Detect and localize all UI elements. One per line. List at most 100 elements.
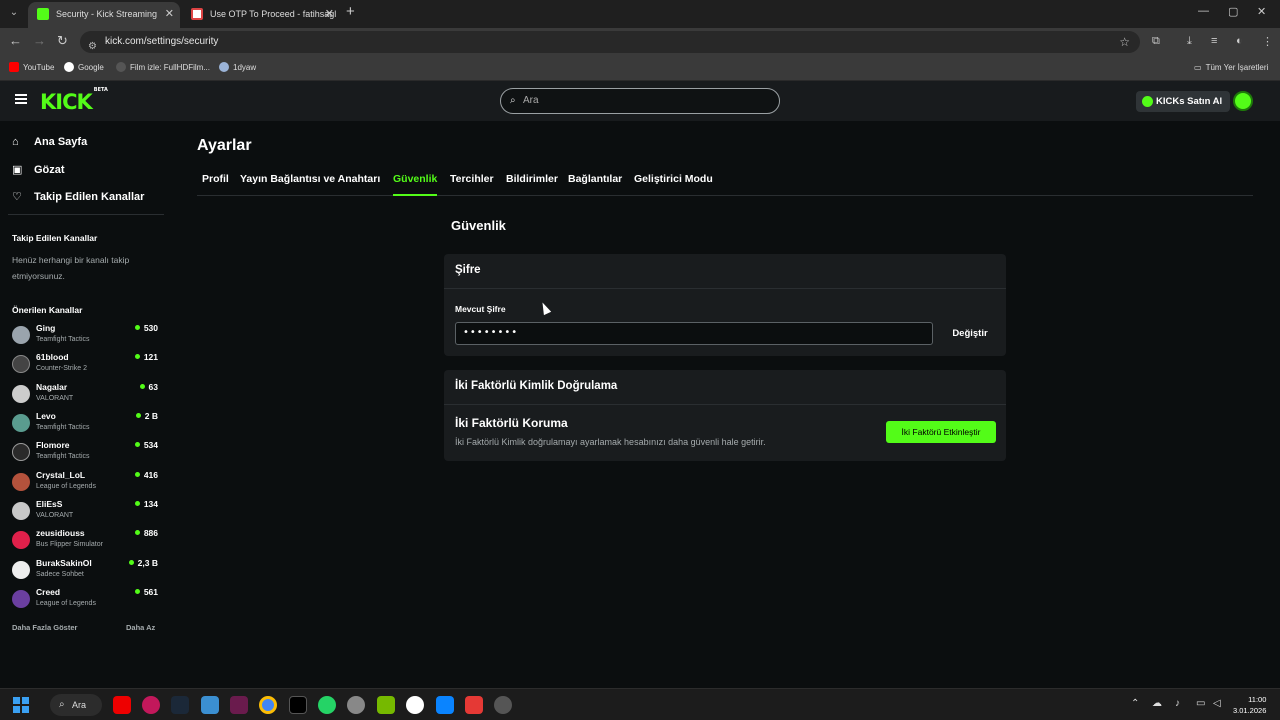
- tab-developer-mode[interactable]: Geliştirici Modu: [634, 173, 713, 196]
- url-text: kick.com/settings/security: [105, 36, 219, 47]
- search-input[interactable]: ⌕ Ara: [500, 88, 780, 114]
- close-window-button[interactable]: ✕: [1257, 5, 1266, 18]
- taskbar-clock[interactable]: 11:00 3.01.2026: [1233, 694, 1266, 716]
- editor-app-icon[interactable]: [230, 696, 248, 714]
- current-password-label: Mevcut Şifre: [455, 304, 506, 314]
- youtube-app-icon[interactable]: [113, 696, 131, 714]
- channel-item[interactable]: Crystal_LoL League of Legends 416: [12, 470, 162, 496]
- windows-taskbar: ⌕ Ara ⌃ ☁ ♪ ▭ ◁ 11:00 3.01.2026: [0, 688, 1280, 720]
- buy-kicks-button[interactable]: KICKs Satın Al: [1136, 91, 1231, 112]
- mic-icon[interactable]: ♪: [1175, 698, 1180, 709]
- monitor-app-icon[interactable]: [201, 696, 219, 714]
- bookmark-star-icon[interactable]: ☆: [1119, 31, 1130, 53]
- browse-icon: ▣: [12, 164, 23, 176]
- bookmark-film[interactable]: Film izle: FullHDFilm...: [116, 62, 210, 74]
- tab-security[interactable]: Güvenlik: [393, 173, 438, 196]
- steam-icon[interactable]: [171, 696, 189, 714]
- clock-date: 3.01.2026: [1233, 706, 1267, 715]
- browser-tab-otp[interactable]: Use OTP To Proceed - fatihsagl ✕: [182, 2, 340, 28]
- channel-item[interactable]: Creed League of Legends 561: [12, 587, 162, 613]
- search-placeholder: Ara: [523, 95, 539, 106]
- back-button[interactable]: ←: [9, 33, 22, 48]
- kick-logo[interactable]: KICK BETA: [40, 87, 108, 114]
- section-title: Güvenlik: [451, 218, 506, 233]
- sidebar-item-browse[interactable]: ▣ Gözat: [12, 163, 65, 176]
- start-windows-icon[interactable]: [13, 697, 29, 713]
- tab-notifications[interactable]: Bildirimler: [506, 173, 558, 196]
- maximize-button[interactable]: ▢: [1228, 5, 1238, 18]
- enable-tfa-button[interactable]: İki Faktörü Etkinleştir: [886, 421, 996, 443]
- sidebar: ⌂ Ana Sayfa ▣ Gözat ♡ Takip Edilen Kanallar…: [0, 121, 172, 688]
- sidebar-item-home[interactable]: ⌂ Ana Sayfa: [12, 136, 87, 148]
- reading-list-icon[interactable]: ≡: [1211, 35, 1217, 47]
- tab-profile[interactable]: Profil: [202, 173, 229, 196]
- bookmark-google[interactable]: Google: [64, 62, 104, 74]
- channel-avatar: [12, 443, 30, 461]
- change-password-button[interactable]: Değiştir: [944, 322, 996, 345]
- appletv-icon[interactable]: [289, 696, 307, 714]
- taskbar-search[interactable]: ⌕ Ara: [50, 694, 102, 716]
- tfa-title: İki Faktörlü Koruma: [455, 416, 568, 430]
- current-password-field[interactable]: ••••••••: [455, 322, 933, 345]
- calculator-icon[interactable]: [436, 696, 454, 714]
- tab-connections[interactable]: Bağlantılar: [568, 173, 622, 196]
- tray-chevron-icon[interactable]: ⌃: [1131, 698, 1139, 709]
- password-card: Şifre Mevcut Şifre •••••••• Değiştir: [444, 254, 1006, 356]
- forward-button[interactable]: →: [33, 33, 46, 48]
- browser-tab-security[interactable]: Security - Kick Streaming ✕: [28, 2, 180, 28]
- bookmark-1dyaw[interactable]: 1dyaw: [219, 62, 256, 74]
- bookmark-youtube[interactable]: YouTube: [9, 62, 54, 74]
- channel-avatar: [12, 531, 30, 549]
- reload-button[interactable]: ↻: [57, 33, 68, 49]
- channel-item[interactable]: Flomore Teamfight Tactics 534: [12, 440, 162, 466]
- channel-item[interactable]: 61blood Counter-Strike 2 121: [12, 352, 162, 378]
- channel-item[interactable]: Nagalar VALORANT 63: [12, 382, 162, 408]
- menu-toggle-icon[interactable]: [15, 94, 27, 104]
- close-tab-icon[interactable]: ✕: [325, 2, 334, 26]
- channel-item[interactable]: BurakSakinOl Sadece Sohbet 2,3 B: [12, 558, 162, 584]
- gmail-favicon-icon: [191, 8, 203, 20]
- media-app-icon[interactable]: [142, 696, 160, 714]
- volume-icon[interactable]: ◁: [1213, 698, 1221, 709]
- followed-empty-note: Henüz herhangi bir kanalı takip etmiyors…: [12, 255, 130, 281]
- sidebar-item-following[interactable]: ♡ Takip Edilen Kanallar: [12, 190, 144, 203]
- channel-item[interactable]: Ging Teamfight Tactics 530: [12, 323, 162, 349]
- channel-item[interactable]: EliEsS VALORANT 134: [12, 499, 162, 525]
- site-globe-icon: [219, 62, 229, 72]
- close-tab-icon[interactable]: ✕: [165, 2, 174, 26]
- tab-title: Use OTP To Proceed - fatihsagl: [210, 9, 337, 19]
- new-tab-button[interactable]: +: [346, 3, 355, 20]
- tab-search-icon[interactable]: ⌄: [6, 5, 22, 21]
- channel-avatar: [12, 326, 30, 344]
- sidebar-divider: [8, 214, 164, 215]
- chrome-icon[interactable]: [259, 696, 277, 714]
- tab-preferences[interactable]: Tercihler: [450, 173, 494, 196]
- extensions-icon[interactable]: ⧉: [1152, 35, 1160, 48]
- downloads-icon[interactable]: ⤓: [1187, 35, 1192, 48]
- clock-time: 11:00: [1248, 695, 1267, 704]
- recorder-icon[interactable]: [465, 696, 483, 714]
- show-more-link[interactable]: Daha Fazla Göster: [12, 623, 77, 632]
- browser-menu-icon[interactable]: ⋮: [1262, 35, 1273, 48]
- tab-stream-key[interactable]: Yayın Bağlantısı ve Anahtarı: [240, 173, 380, 196]
- profile-icon[interactable]: ◐: [1236, 35, 1243, 47]
- cloud-icon[interactable]: ☁: [1152, 698, 1162, 709]
- chatgpt-icon[interactable]: [406, 696, 424, 714]
- tfa-description: İki Faktörlü Kimlik doğrulamayı ayarlama…: [455, 437, 766, 447]
- all-bookmarks[interactable]: ▭ Tüm Yer İşaretleri: [1194, 62, 1268, 74]
- show-less-link[interactable]: Daha Az: [126, 623, 155, 632]
- site-info-icon[interactable]: ⚙: [88, 36, 97, 58]
- nvidia-icon[interactable]: [377, 696, 395, 714]
- network-icon[interactable]: ▭: [1196, 698, 1205, 709]
- channel-item[interactable]: zeusidiouss Bus Flipper Simulator 886: [12, 528, 162, 554]
- channel-item[interactable]: Levo Teamfight Tactics 2 B: [12, 411, 162, 437]
- minimize-button[interactable]: —: [1198, 5, 1209, 17]
- search-icon: ⌕: [510, 95, 516, 106]
- address-bar[interactable]: ⚙ kick.com/settings/security ☆: [80, 31, 1140, 53]
- whatsapp-icon[interactable]: [318, 696, 336, 714]
- user-avatar[interactable]: [1233, 91, 1253, 111]
- channel-avatar: [12, 414, 30, 432]
- settings-gear-icon[interactable]: [347, 696, 365, 714]
- channel-avatar: [12, 355, 30, 373]
- app-icon[interactable]: [494, 696, 512, 714]
